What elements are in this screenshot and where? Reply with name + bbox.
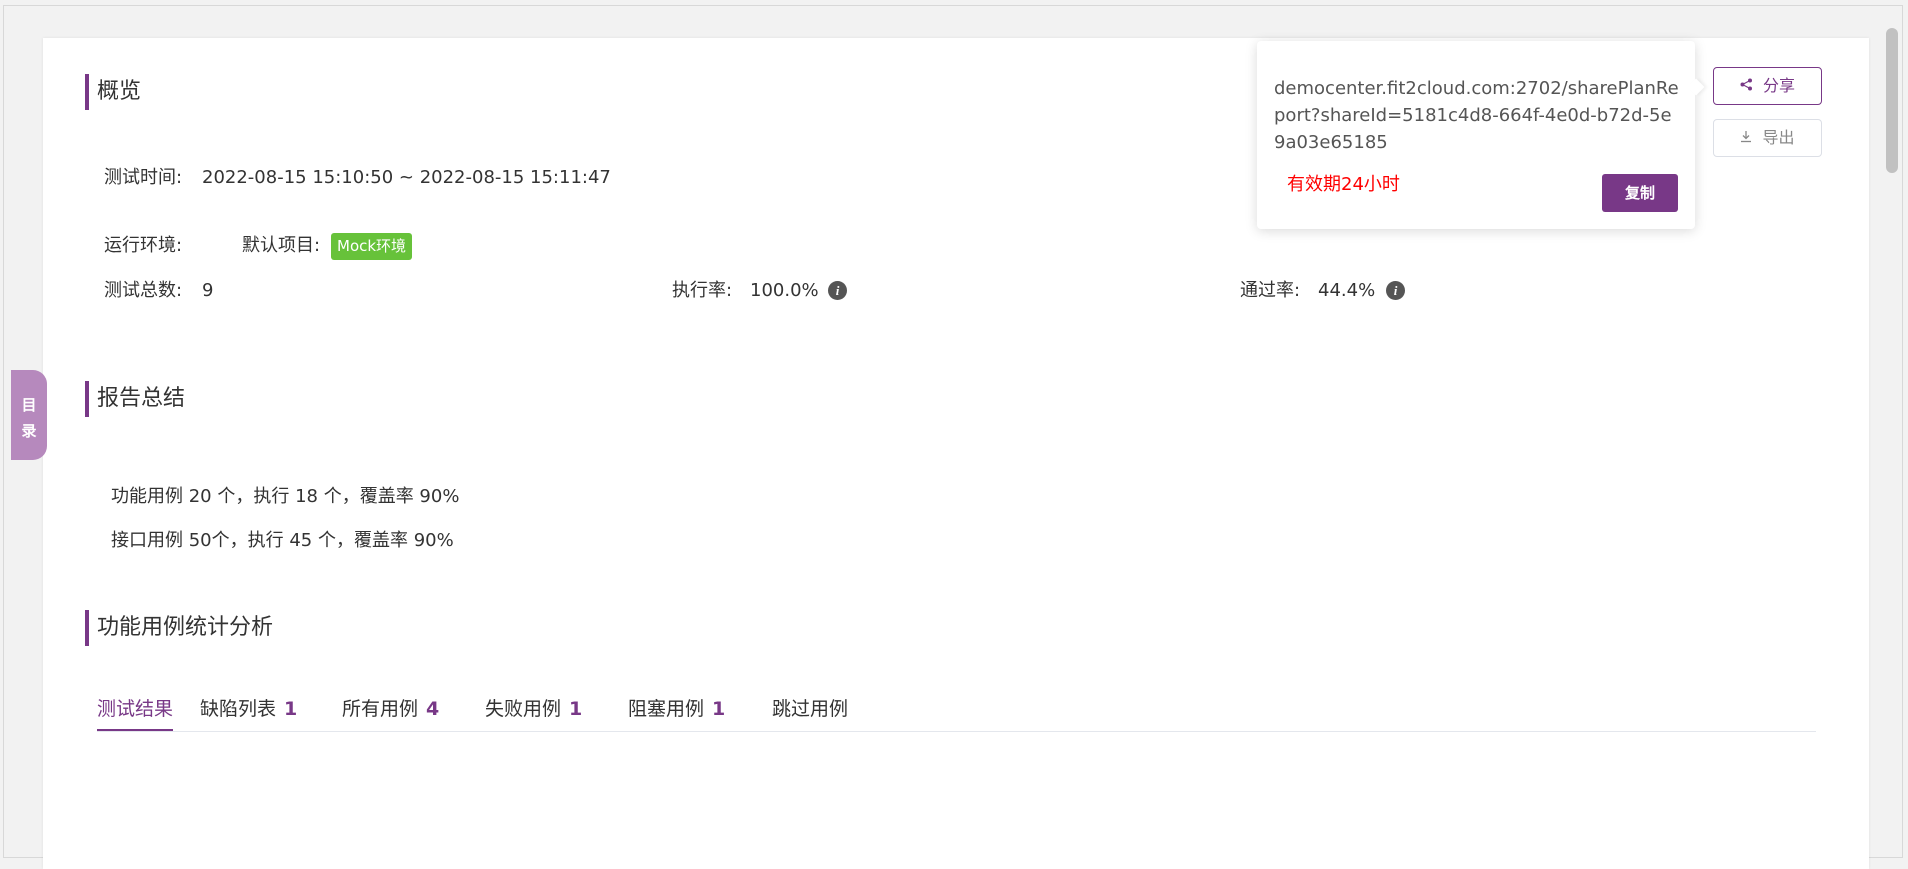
pass-rate-info-icon[interactable]: i xyxy=(1386,281,1405,300)
exec-rate-label: 执行率: xyxy=(672,280,733,301)
analysis-tabs: 测试结果 缺陷列表 1 所有用例 4 失败用例 1 阻塞用例 1 跳过用例 xyxy=(97,687,1816,732)
side-tab-line-2: 录 xyxy=(21,422,37,440)
test-time-value: 2022-08-15 15:10:50 ~ 2022-08-15 15:11:4… xyxy=(202,167,611,188)
tab-label: 跳过用例 xyxy=(772,698,849,720)
tab-count: 1 xyxy=(712,698,726,720)
pass-rate-value: 44.4% xyxy=(1318,280,1376,301)
env-tag: Mock环境 xyxy=(331,233,413,260)
share-label: 分享 xyxy=(1762,76,1795,95)
share-icon xyxy=(1740,70,1753,106)
tab-blocked-cases[interactable]: 阻塞用例 1 xyxy=(628,687,725,731)
tab-count: 1 xyxy=(284,698,298,720)
tab-label: 测试结果 xyxy=(97,698,174,720)
tab-label: 缺陷列表 xyxy=(200,698,277,720)
total-label: 测试总数: xyxy=(104,280,183,301)
tab-label: 所有用例 xyxy=(342,698,419,720)
tab-count: 1 xyxy=(569,698,583,720)
exec-rate-info-icon[interactable]: i xyxy=(828,281,847,300)
share-validity: 有效期24小时 xyxy=(1287,174,1400,195)
vertical-scrollbar[interactable] xyxy=(1886,28,1898,173)
tab-label: 阻塞用例 xyxy=(628,698,705,720)
report-frame: 概览 测试时间: 2022-08-15 15:10:50 ~ 2022-08-1… xyxy=(3,5,1903,869)
env-label: 运行环境: xyxy=(104,235,183,256)
export-button[interactable]: 导出 xyxy=(1713,119,1822,157)
tab-test-results[interactable]: 测试结果 xyxy=(97,687,174,731)
pass-rate-label: 通过率: xyxy=(1240,280,1301,301)
tab-label: 失败用例 xyxy=(485,698,562,720)
share-url[interactable]: democenter.fit2cloud.com:2702/sharePlanR… xyxy=(1274,75,1682,156)
overview-title: 概览 xyxy=(85,74,141,110)
share-button[interactable]: 分享 xyxy=(1713,67,1822,105)
tab-all-cases[interactable]: 所有用例 4 xyxy=(342,687,439,731)
download-icon xyxy=(1740,122,1752,158)
tab-skipped-cases[interactable]: 跳过用例 xyxy=(772,687,848,731)
summary-title: 报告总结 xyxy=(85,381,185,417)
share-popover: democenter.fit2cloud.com:2702/sharePlanR… xyxy=(1257,41,1695,229)
env-project: 默认项目: xyxy=(242,235,321,256)
test-time-label: 测试时间: xyxy=(104,167,183,188)
summary-line-2: 接口用例 50个，执行 45 个，覆盖率 90% xyxy=(111,530,454,551)
tab-failed-cases[interactable]: 失败用例 1 xyxy=(485,687,582,731)
total-value: 9 xyxy=(202,280,214,301)
side-tab-line-1: 目 xyxy=(21,396,37,414)
tab-count: 4 xyxy=(426,698,440,720)
exec-rate-value: 100.0% xyxy=(750,280,819,301)
export-label: 导出 xyxy=(1762,128,1795,147)
directory-side-tab[interactable]: 目 录 xyxy=(11,370,47,460)
summary-line-1: 功能用例 20 个，执行 18 个，覆盖率 90% xyxy=(111,486,460,507)
tab-defect-list[interactable]: 缺陷列表 1 xyxy=(200,687,297,731)
analysis-title: 功能用例统计分析 xyxy=(85,610,273,646)
copy-button[interactable]: 复制 xyxy=(1602,174,1678,212)
